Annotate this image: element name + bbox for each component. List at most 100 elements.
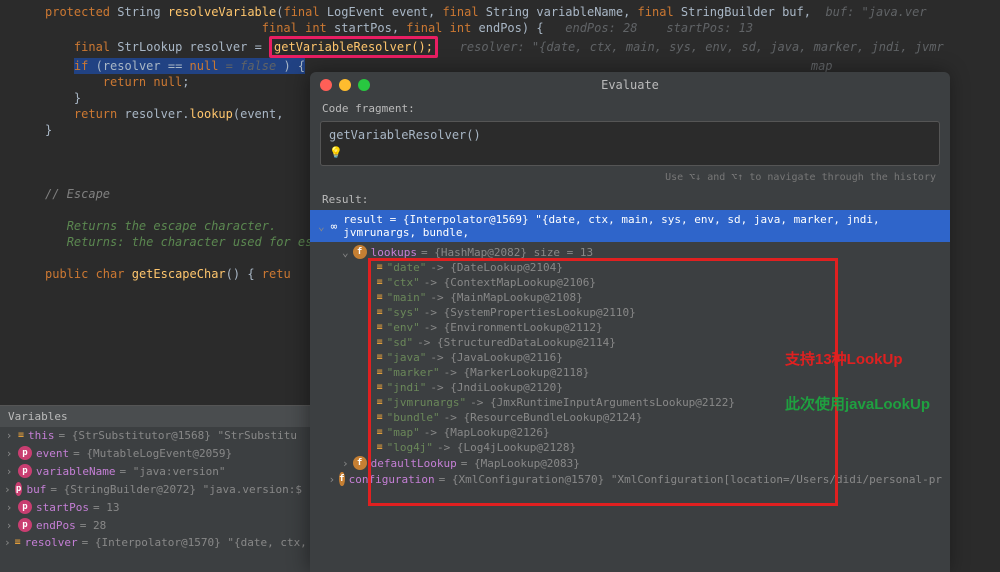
eq-icon: ≡ [377,307,383,318]
map-value: -> {MainMapLookup@2108} [430,291,582,304]
map-key: "jndi" [387,381,427,394]
var-value: = 28 [80,519,107,532]
tree-row[interactable]: › ≡ "sys" -> {SystemPropertiesLookup@211… [310,305,950,320]
tree-row[interactable]: › ≡ "map" -> {MapLookup@2126} [310,425,950,440]
var-value: = {Interpolator@1570} "{date, ctx, [82,536,307,549]
tree-row[interactable]: ⌄ f lookups = {HashMap@2082} size = 13 [310,244,950,260]
eq-icon: ≡ [377,337,383,348]
chevron-right-icon[interactable]: › [4,483,11,496]
chevron-right-icon[interactable]: › [366,276,373,289]
tree-row[interactable]: › f defaultLookup = {MapLookup@2083} [310,455,950,471]
close-icon[interactable] [320,79,332,91]
chevron-right-icon[interactable]: › [4,465,14,478]
chevron-right-icon[interactable]: › [366,321,373,334]
map-key: "date" [387,261,427,274]
map-value: -> {JmxRuntimeInputArgumentsLookup@2122} [470,396,735,409]
eq-icon: ≡ [377,262,383,273]
eq-icon: ≡ [377,442,383,453]
chevron-right-icon[interactable]: › [329,473,336,486]
eq-icon: ≡ [377,412,383,423]
variable-row[interactable]: ›pstartPos = 13 [0,498,310,516]
var-name: buf [26,483,46,496]
variable-row[interactable]: ›pevent = {MutableLogEvent@2059} [0,444,310,462]
result-label: Result: [310,189,950,210]
map-key: "log4j" [387,441,433,454]
result-header-row[interactable]: ⌄ ∞ result = {Interpolator@1569} "{date,… [310,210,950,242]
chevron-right-icon[interactable]: › [366,336,373,349]
map-value: -> {ResourceBundleLookup@2124} [444,411,643,424]
map-value: -> {MapLookup@2126} [424,426,550,439]
map-value: -> {MarkerLookup@2118} [444,366,590,379]
var-name: endPos [36,519,76,532]
chevron-right-icon[interactable]: › [366,411,373,424]
tree-row[interactable]: › f configuration = {XmlConfiguration@15… [310,471,950,487]
var-value: = {StringBuilder@2072} "java.version:$ [50,483,302,496]
var-value: = "java:version" [119,465,225,478]
eq-icon: ≡ [18,430,24,441]
tree-row[interactable]: › ≡ "main" -> {MainMapLookup@2108} [310,290,950,305]
annotation-red: 支持13种LookUp [785,348,903,369]
map-value: -> {JndiLookup@2120} [430,381,562,394]
field-value: = {MapLookup@2083} [461,457,580,470]
param-icon: p [18,464,32,478]
dialog-titlebar[interactable]: Evaluate [310,72,950,98]
chevron-right-icon[interactable]: › [4,501,14,514]
field-icon: f [339,472,344,486]
map-value: -> {SystemPropertiesLookup@2110} [424,306,636,319]
param-icon: p [18,446,32,460]
chevron-right-icon[interactable]: › [366,381,373,394]
chevron-right-icon[interactable]: › [366,441,373,454]
map-value: -> {StructuredDataLookup@2114} [417,336,616,349]
dialog-title: Evaluate [310,78,950,92]
tree-row[interactable]: › ≡ "env" -> {EnvironmentLookup@2112} [310,320,950,335]
variable-row[interactable]: ›pvariableName = "java:version" [0,462,310,480]
eq-icon: ≡ [377,352,383,363]
highlighted-call: getVariableResolver(); [269,36,438,58]
var-value: = {StrSubstitutor@1568} "StrSubstitu [59,429,297,442]
map-value: -> {DateLookup@2104} [430,261,562,274]
variable-row[interactable]: ›≡this = {StrSubstitutor@1568} "StrSubst… [0,427,310,444]
variables-header: Variables [0,406,310,427]
code-line: final int startPos, final int endPos) { … [45,20,1000,36]
chevron-right-icon[interactable]: › [366,351,373,364]
chevron-right-icon[interactable]: › [4,519,14,532]
bulb-icon[interactable]: 💡 [329,146,343,159]
chevron-right-icon[interactable]: › [366,396,373,409]
code-fragment-input[interactable]: getVariableResolver() 💡 [320,121,940,166]
chevron-down-icon[interactable]: ⌄ [342,246,349,259]
chevron-right-icon[interactable]: › [366,291,373,304]
annotation-green: 此次使用javaLookUp [785,393,930,414]
chevron-right-icon[interactable]: › [4,429,14,442]
variable-row[interactable]: ›pbuf = {StringBuilder@2072} "java.versi… [0,480,310,498]
chevron-right-icon[interactable]: › [342,457,349,470]
var-name: resolver [25,536,78,549]
chevron-right-icon[interactable]: › [366,366,373,379]
var-name: startPos [36,501,89,514]
variable-row[interactable]: ›≡resolver = {Interpolator@1570} "{date,… [0,534,310,551]
map-key: "ctx" [387,276,420,289]
map-value: -> {ContextMapLookup@2106} [424,276,596,289]
tree-row[interactable]: › ≡ "ctx" -> {ContextMapLookup@2106} [310,275,950,290]
chevron-right-icon[interactable]: › [4,447,14,460]
maximize-icon[interactable] [358,79,370,91]
map-value: -> {EnvironmentLookup@2112} [424,321,603,334]
minimize-icon[interactable] [339,79,351,91]
evaluate-dialog: Evaluate Code fragment: getVariableResol… [310,72,950,572]
chevron-right-icon[interactable]: › [366,261,373,274]
field-name: defaultLookup [371,457,457,470]
map-key: "sd" [387,336,414,349]
param-icon: p [18,518,32,532]
map-value: -> {Log4jLookup@2128} [437,441,576,454]
map-key: "map" [387,426,420,439]
tree-row[interactable]: › ≡ "log4j" -> {Log4jLookup@2128} [310,440,950,455]
tree-row[interactable]: › ≡ "date" -> {DateLookup@2104} [310,260,950,275]
field-icon: f [353,245,367,259]
chevron-right-icon[interactable]: › [366,426,373,439]
variable-row[interactable]: › pendPos = 28 [0,516,310,534]
eq-icon: ≡ [377,382,383,393]
chevron-right-icon[interactable]: › [4,536,11,549]
chevron-down-icon[interactable]: ⌄ [318,220,325,233]
field-value: = {XmlConfiguration@1570} "XmlConfigurat… [439,473,942,486]
eq-icon: ≡ [377,427,383,438]
chevron-right-icon[interactable]: › [366,306,373,319]
